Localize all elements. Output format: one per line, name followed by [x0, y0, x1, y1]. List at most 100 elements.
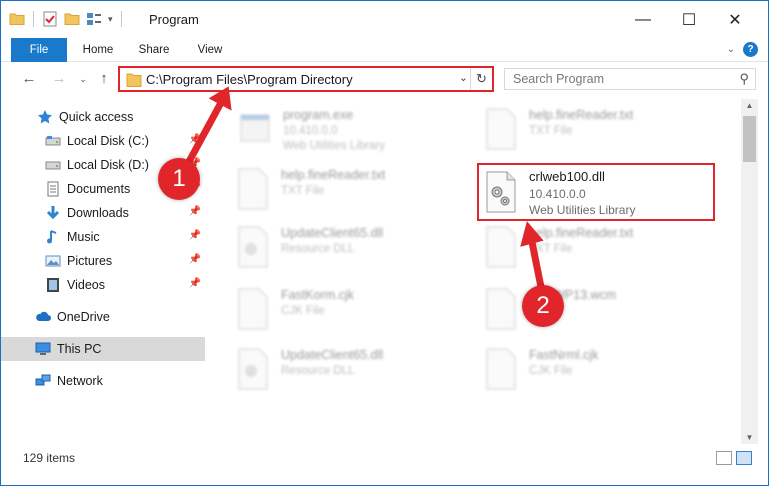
sidebar-item-network[interactable]: Network	[1, 369, 205, 393]
file-name: UpdateClient65.dll	[281, 348, 384, 362]
toolbar-dropdown-icon[interactable]: ▾	[108, 14, 113, 25]
quick-access-toolbar: ▾	[9, 11, 124, 27]
window-title: Program	[149, 12, 199, 27]
drive-icon	[45, 133, 61, 149]
music-icon	[45, 229, 61, 245]
help-icon[interactable]: ?	[743, 42, 758, 57]
application-icon	[237, 107, 273, 151]
details-view-icon[interactable]	[716, 451, 732, 465]
tab-view[interactable]: View	[187, 38, 233, 62]
file-item[interactable]: FastKorm.cjk CJK File	[235, 285, 475, 341]
file-version: 10.410.0.0	[529, 187, 586, 201]
tab-share[interactable]: Share	[129, 38, 179, 62]
view-switcher	[716, 451, 752, 465]
sidebar-item-label: Videos	[67, 278, 105, 292]
annotation-marker-1: 1	[158, 158, 200, 200]
file-item[interactable]: program.exe 10.410.0.0 Web Utilities Lib…	[237, 105, 477, 161]
file-name: crlweb100.dll	[529, 169, 605, 184]
file-item[interactable]: UpdateClient65.dll Resource DLL	[235, 345, 475, 401]
pin-icon: 📌	[188, 254, 201, 265]
pin-icon: 📌	[188, 278, 201, 289]
file-item[interactable]: UpdateClient65.dll Resource DLL	[235, 223, 475, 279]
close-button[interactable]: ✕	[712, 1, 758, 38]
up-arrow-icon[interactable]: ↑	[94, 69, 114, 89]
search-icon[interactable]: ⚲	[739, 71, 749, 87]
status-bar: 129 items	[1, 447, 768, 471]
sidebar-item-videos[interactable]: Videos 📌	[1, 273, 205, 297]
sidebar-item-local-disk-c[interactable]: Local Disk (C:) 📌	[1, 129, 205, 153]
new-folder-icon[interactable]	[64, 11, 80, 27]
search-box[interactable]: ⚲	[504, 68, 756, 90]
file-type: TXT File	[529, 243, 573, 255]
scroll-down-arrow-icon[interactable]: ▼	[741, 433, 758, 442]
large-icons-view-icon[interactable]	[736, 451, 752, 465]
highlighted-file-item[interactable]: crlweb100.dll 10.410.0.0 Web Utilities L…	[477, 163, 715, 221]
pin-icon: 📌	[188, 206, 201, 217]
file-name: help.fineReader.txt	[529, 108, 634, 122]
refresh-icon[interactable]: ↻	[470, 68, 492, 90]
download-icon	[45, 205, 61, 221]
annotation-marker-2: 2	[522, 285, 564, 327]
tab-file[interactable]: File	[11, 38, 67, 62]
file-name: help.fineReader.txt	[281, 168, 386, 182]
file-name: FastNrml.cjk	[529, 348, 599, 362]
file-item[interactable]: WP13.wcm	[483, 285, 723, 341]
minimize-button[interactable]: —	[620, 1, 666, 38]
navigation-bar: ← → ⌄ ↑ C:\Program Files\Program Directo…	[1, 63, 768, 95]
back-arrow-icon[interactable]: ←	[19, 69, 39, 89]
tab-home[interactable]: Home	[73, 38, 123, 62]
sidebar-item-label: Music	[67, 230, 100, 244]
recent-locations-icon[interactable]: ⌄	[73, 69, 93, 89]
sidebar-item-pictures[interactable]: Pictures 📌	[1, 249, 205, 273]
file-type: CJK File	[281, 305, 325, 317]
file-item[interactable]: help.fineReader.txt TXT File	[235, 165, 475, 221]
ribbon-right-controls: ⌄ ?	[727, 42, 758, 57]
forward-arrow-icon[interactable]: →	[49, 69, 69, 89]
file-type: Resource DLL	[281, 243, 355, 255]
documents-icon	[45, 181, 61, 197]
file-item[interactable]: help.fineReader.txt TXT File	[483, 223, 723, 279]
ribbon-tabs: File Home Share View ⌄ ?	[1, 38, 768, 62]
sidebar-item-downloads[interactable]: Downloads 📌	[1, 201, 205, 225]
sidebar-item-label: Documents	[67, 182, 131, 196]
sidebar-item-label: Network	[57, 374, 103, 388]
sidebar-item-quick-access[interactable]: Quick access	[1, 105, 205, 129]
sidebar-item-onedrive[interactable]: OneDrive	[1, 305, 205, 329]
file-type: Resource DLL	[281, 365, 355, 377]
folder-icon[interactable]	[9, 11, 25, 27]
sidebar-item-label: This PC	[57, 342, 102, 356]
address-path[interactable]: C:\Program Files\Program Directory	[146, 72, 353, 87]
dll-gear-icon	[483, 170, 519, 214]
expand-ribbon-icon[interactable]: ⌄	[727, 44, 735, 55]
computer-icon	[35, 341, 51, 357]
address-history-dropdown-icon[interactable]: ⌄	[459, 71, 468, 84]
file-item[interactable]: help.fineReader.txt TXT File	[483, 105, 723, 161]
generic-file-icon	[483, 347, 519, 391]
maximize-button[interactable]: ☐	[666, 1, 712, 38]
dll-file-icon	[235, 225, 271, 269]
file-name: FastKorm.cjk	[281, 288, 354, 302]
search-input[interactable]	[505, 69, 725, 89]
text-file-icon	[235, 167, 271, 211]
drive-icon	[45, 157, 61, 173]
pictures-icon	[45, 253, 61, 269]
sidebar-item-this-pc[interactable]: This PC	[1, 337, 205, 361]
vertical-scrollbar[interactable]: ▲ ▼	[741, 99, 758, 444]
videos-icon	[45, 277, 61, 293]
file-type: TXT File	[281, 185, 325, 197]
properties-icon[interactable]	[42, 11, 58, 27]
sidebar-item-label: OneDrive	[57, 310, 110, 324]
sidebar-item-music[interactable]: Music 📌	[1, 225, 205, 249]
title-bar: ▾ Program — ☐ ✕	[1, 1, 768, 38]
scroll-thumb[interactable]	[743, 116, 756, 162]
folder-icon	[126, 73, 142, 90]
network-icon	[35, 373, 51, 389]
sidebar-item-label: Downloads	[67, 206, 129, 220]
customize-toolbar-icon[interactable]	[86, 11, 102, 27]
scroll-up-arrow-icon[interactable]: ▲	[741, 101, 758, 110]
toolbar-divider	[33, 11, 34, 27]
address-bar[interactable]: C:\Program Files\Program Directory ⌄ ↻	[118, 66, 494, 92]
sidebar-item-label: Local Disk (D:)	[67, 158, 149, 172]
file-item[interactable]: FastNrml.cjk CJK File	[483, 345, 723, 401]
pin-icon: 📌	[188, 230, 201, 241]
